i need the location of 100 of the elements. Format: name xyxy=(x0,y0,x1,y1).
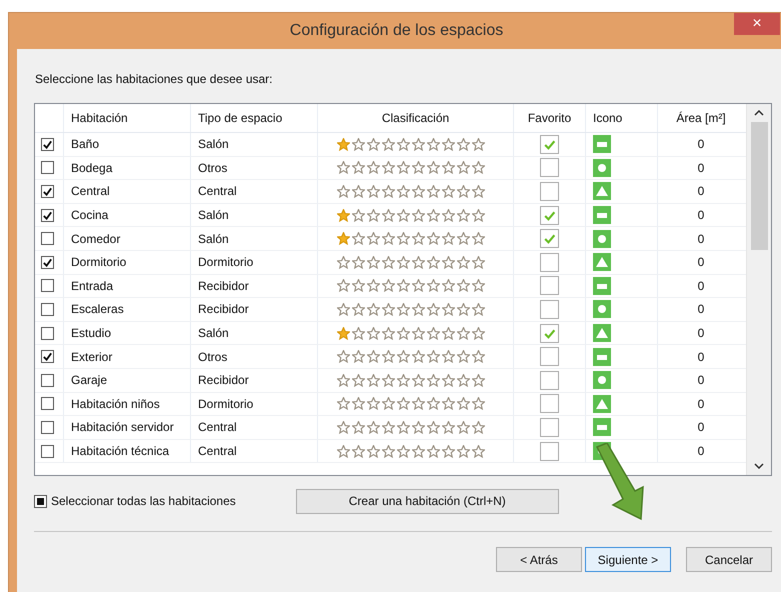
column-header[interactable]: Icono xyxy=(586,104,658,132)
checkbox[interactable] xyxy=(41,208,54,222)
room-icon xyxy=(593,371,611,390)
checkmark-icon xyxy=(42,186,53,197)
favorite-checkbox[interactable] xyxy=(540,300,559,319)
rating-stars[interactable] xyxy=(336,161,484,174)
room-name: Habitación servidor xyxy=(71,420,174,434)
area-value: 0 xyxy=(698,350,704,364)
checkbox[interactable] xyxy=(41,420,54,434)
rating-stars[interactable] xyxy=(336,444,484,458)
rating-stars[interactable] xyxy=(336,350,484,364)
column-header[interactable]: Clasificación xyxy=(318,104,514,132)
checkbox[interactable] xyxy=(41,138,54,151)
room-icon xyxy=(593,276,611,295)
room-icon xyxy=(593,206,611,224)
room-name: Cocina xyxy=(71,208,108,222)
area-value: 0 xyxy=(698,444,704,458)
favorite-checkbox[interactable] xyxy=(540,229,559,248)
space-type: Central xyxy=(198,420,237,434)
checkbox[interactable] xyxy=(41,279,54,292)
favorite-checkbox[interactable] xyxy=(540,324,559,343)
scrollbar-thumb[interactable] xyxy=(750,122,768,250)
checkmark-icon xyxy=(543,138,556,151)
create-room-button[interactable]: Crear una habitación (Ctrl+N) xyxy=(296,488,559,514)
column-header[interactable]: Área [m²] xyxy=(658,104,744,132)
column-header[interactable]: Habitación xyxy=(64,104,191,132)
scroll-up-icon[interactable] xyxy=(754,110,764,116)
room-name: Habitación niños xyxy=(71,396,160,411)
room-name: Garaje xyxy=(71,373,108,388)
checkbox[interactable] xyxy=(41,302,54,316)
checkbox[interactable] xyxy=(41,232,54,246)
area-value: 0 xyxy=(698,373,704,388)
room-name: Comedor xyxy=(71,232,120,246)
room-name: Habitación técnica xyxy=(71,444,170,458)
room-name: Escaleras xyxy=(71,302,124,316)
rating-stars[interactable] xyxy=(336,184,484,198)
room-icon xyxy=(593,300,611,318)
column-header[interactable]: Favorito xyxy=(514,104,586,132)
checkbox[interactable] xyxy=(41,444,54,458)
room-icon xyxy=(593,394,611,413)
area-value: 0 xyxy=(698,302,704,316)
room-icon xyxy=(593,230,611,248)
rating-stars[interactable] xyxy=(336,420,484,434)
rating-stars[interactable] xyxy=(336,279,484,292)
space-type: Central xyxy=(198,184,237,198)
space-type: Salón xyxy=(198,232,229,246)
scroll-down-icon[interactable] xyxy=(754,463,764,469)
rating-stars[interactable] xyxy=(336,302,484,316)
rating-stars[interactable] xyxy=(336,326,484,340)
area-value: 0 xyxy=(698,326,704,340)
favorite-checkbox[interactable] xyxy=(540,418,559,437)
favorite-checkbox[interactable] xyxy=(540,182,559,201)
room-name: Exterior xyxy=(71,350,112,364)
checkbox[interactable] xyxy=(41,326,54,340)
rating-stars[interactable] xyxy=(336,232,484,246)
favorite-checkbox[interactable] xyxy=(540,276,559,296)
space-type: Dormitorio xyxy=(198,255,254,270)
checkbox[interactable] xyxy=(41,397,54,410)
room-name: Bodega xyxy=(71,160,112,175)
wizard-button[interactable]: < Atrás xyxy=(496,547,582,572)
checkmark-icon xyxy=(543,326,556,340)
wizard-button[interactable]: Cancelar xyxy=(686,547,772,572)
area-value: 0 xyxy=(698,396,704,411)
space-type: Dormitorio xyxy=(198,396,254,411)
checkbox[interactable] xyxy=(41,350,54,364)
room-icon xyxy=(593,348,611,366)
area-value: 0 xyxy=(698,255,704,270)
rating-stars[interactable] xyxy=(336,138,484,151)
favorite-checkbox[interactable] xyxy=(540,252,559,272)
checkbox[interactable] xyxy=(41,256,54,269)
favorite-checkbox[interactable] xyxy=(540,442,559,461)
rating-stars[interactable] xyxy=(336,374,484,387)
space-type: Salón xyxy=(198,208,229,222)
rating-stars[interactable] xyxy=(336,397,484,410)
checkbox[interactable] xyxy=(41,184,54,198)
wizard-button[interactable]: Siguiente > xyxy=(585,547,671,572)
column-header[interactable]: Tipo de espacio xyxy=(191,104,318,132)
favorite-checkbox[interactable] xyxy=(540,158,559,178)
favorite-checkbox[interactable] xyxy=(540,134,559,154)
room-name: Entrada xyxy=(71,278,114,293)
area-value: 0 xyxy=(698,137,704,152)
space-type: Otros xyxy=(198,350,228,364)
room-name: Estudio xyxy=(71,326,112,340)
checkbox[interactable] xyxy=(41,161,54,174)
select-all-label[interactable]: Seleccionar todas las habitaciones xyxy=(51,494,236,508)
close-button[interactable]: × xyxy=(734,13,780,35)
checkmark-icon xyxy=(543,208,556,222)
checkbox[interactable] xyxy=(41,374,54,387)
rating-stars[interactable] xyxy=(336,208,484,222)
room-icon xyxy=(593,135,611,154)
rating-stars[interactable] xyxy=(336,256,484,269)
favorite-checkbox[interactable] xyxy=(540,394,559,414)
favorite-checkbox[interactable] xyxy=(540,206,559,225)
space-type: Recibidor xyxy=(198,278,249,293)
scrollbar[interactable] xyxy=(746,104,771,475)
area-value: 0 xyxy=(698,420,704,434)
checkmark-icon xyxy=(42,210,53,221)
favorite-checkbox[interactable] xyxy=(540,370,559,390)
favorite-checkbox[interactable] xyxy=(540,347,559,366)
select-all-checkbox[interactable] xyxy=(34,494,47,508)
